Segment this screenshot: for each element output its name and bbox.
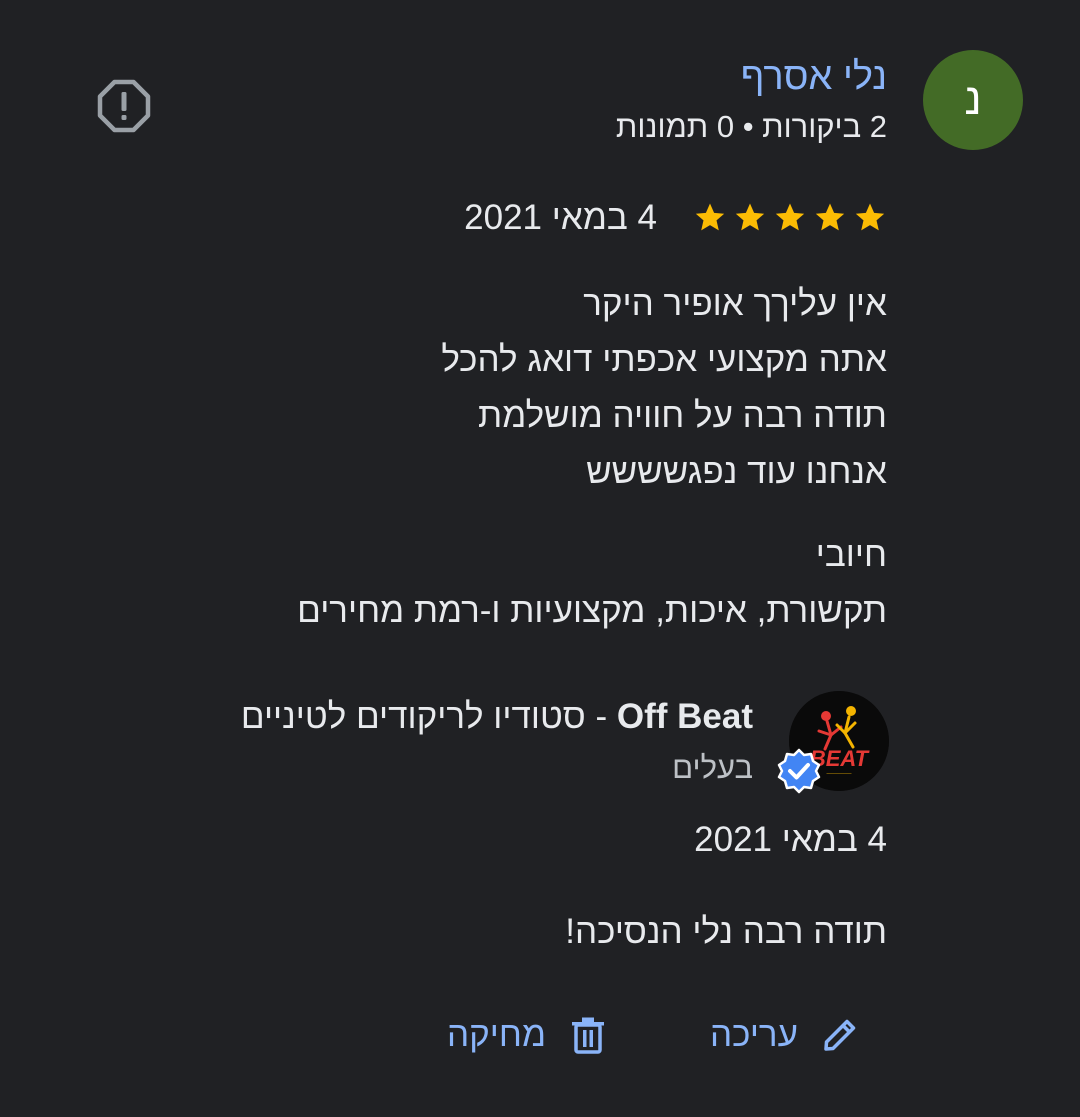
star-icon [735, 203, 765, 231]
reply-date: 4 במאי 2021 [694, 820, 887, 859]
edit-label: עריכה [709, 1015, 798, 1054]
star-icon [775, 203, 805, 231]
verified-badge-icon [776, 748, 822, 794]
review-line: אתה מקצועי אכפתי דואג להכל [441, 340, 887, 379]
review-date: 4 במאי 2021 [464, 198, 657, 237]
review-line: חיובי [815, 535, 887, 574]
star-icon [855, 203, 885, 231]
owner-name[interactable]: Off Beat - סטודיו לריקודים לטיניים [241, 697, 753, 737]
review-paragraph: אין עליךך אופיר היקר אתה מקצועי אכפתי דו… [127, 276, 887, 500]
svg-text:—————: ————— [827, 771, 852, 777]
delete-button[interactable]: מחיקה [447, 1005, 610, 1065]
review-paragraph: חיובי תקשורת, איכות, מקצועיות ו-רמת מחיר… [127, 527, 887, 639]
owner-name-latin: Off Beat [616, 697, 753, 736]
review-line: תקשורת, איכות, מקצועיות ו-רמת מחירים [297, 591, 887, 630]
review-line: אנחנו עוד נפגשששש [586, 452, 887, 491]
reply-text: תודה רבה נלי הנסיכה! [565, 912, 887, 951]
reviewer-avatar-letter: נ [964, 75, 982, 124]
review-line: תודה רבה על חוויה מושלמת [478, 396, 887, 435]
report-icon[interactable] [96, 78, 152, 134]
review-text: אין עליךך אופיר היקר אתה מקצועי אכפתי דו… [127, 276, 887, 639]
star-rating [693, 201, 887, 235]
delete-label: מחיקה [446, 1015, 546, 1054]
trash-icon [566, 1013, 610, 1057]
review-line: אין עליךך אופיר היקר [583, 284, 887, 323]
reviewer-meta: 2 ביקורות • 0 תמונות [615, 109, 887, 144]
reviewer-avatar[interactable]: נ [923, 50, 1023, 150]
owner-name-rest: - סטודיו לריקודים לטיניים [240, 697, 617, 736]
owner-role: בעלים [672, 750, 753, 785]
rating-row: 4 במאי 2021 [464, 196, 887, 240]
report-octagon-icon [97, 79, 151, 133]
star-icon [695, 203, 725, 231]
star-icon [815, 203, 845, 231]
pencil-icon [818, 1013, 862, 1057]
edit-button[interactable]: עריכה [710, 1005, 862, 1065]
reviewer-name[interactable]: נלי אסרף [741, 56, 887, 99]
